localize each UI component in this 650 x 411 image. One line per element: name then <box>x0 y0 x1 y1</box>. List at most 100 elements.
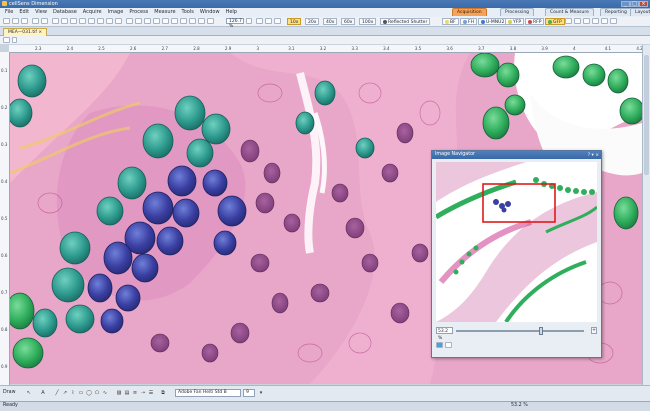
ruler-icon[interactable] <box>189 18 196 24</box>
font-size-select[interactable]: 9 <box>243 389 255 397</box>
redo-icon[interactable] <box>41 18 48 24</box>
arrow-tool-icon[interactable]: ↗ <box>62 390 68 396</box>
open-icon[interactable] <box>12 18 19 24</box>
fit-icon[interactable] <box>162 18 169 24</box>
process-icon[interactable] <box>70 18 77 24</box>
focus-icon[interactable] <box>601 18 608 24</box>
menu-image[interactable]: Image <box>105 8 127 17</box>
record-icon[interactable] <box>610 18 617 24</box>
menu-view[interactable]: View <box>32 8 50 17</box>
chevron-down-icon[interactable]: ▾ <box>258 390 264 396</box>
filter-yfp-button[interactable]: YFP <box>505 18 525 25</box>
menu-database[interactable]: Database <box>50 8 80 17</box>
fill-color-icon[interactable]: ▨ <box>116 390 122 396</box>
scrollbar-thumb[interactable] <box>644 55 649 175</box>
info-icon[interactable] <box>115 18 122 24</box>
line-style-icon[interactable]: ≡ <box>132 390 138 396</box>
navigator-zoom-slider[interactable]: 53.2 % + <box>436 326 597 341</box>
menu-tools[interactable]: Tools <box>179 8 197 17</box>
settings-icon[interactable] <box>565 18 572 24</box>
slider-track[interactable] <box>456 330 584 332</box>
freehand-tool-icon[interactable]: ∿ <box>102 390 108 396</box>
menu-file[interactable]: File <box>2 8 16 17</box>
scale-bar-icon[interactable] <box>198 18 205 24</box>
rectangle-tool-icon[interactable]: ▭ <box>78 390 84 396</box>
rotate-icon[interactable] <box>171 18 178 24</box>
undo-icon[interactable] <box>32 18 39 24</box>
menu-help[interactable]: Help <box>223 8 240 17</box>
filter-rfp-button[interactable]: RFP <box>525 18 545 25</box>
objective-100x[interactable]: 100x <box>359 18 377 25</box>
navigator-header-buttons[interactable]: ? ▾ × <box>588 152 599 160</box>
grid-icon[interactable] <box>97 18 104 24</box>
tab-reporting[interactable]: Reporting <box>600 8 632 16</box>
overlay-icon[interactable] <box>207 18 214 24</box>
close-tab-icon[interactable]: × <box>38 30 42 35</box>
maximize-button[interactable]: □ <box>630 1 639 7</box>
save-icon[interactable] <box>21 18 28 24</box>
close-button[interactable]: × <box>639 1 648 7</box>
filter-bf-button[interactable]: BF <box>442 18 459 25</box>
zoom-in-icon[interactable] <box>144 18 151 24</box>
histogram-icon[interactable] <box>256 18 263 24</box>
minimize-button[interactable]: _ <box>621 1 630 7</box>
live-icon[interactable] <box>61 18 68 24</box>
tab-acquisition[interactable]: Acquisition <box>452 8 487 16</box>
objective-20x[interactable]: 20x <box>305 18 320 25</box>
polygon-tool-icon[interactable]: ⬠ <box>94 390 100 396</box>
chart-icon[interactable] <box>106 18 113 24</box>
arrow-style-icon[interactable]: ⇢ <box>140 390 146 396</box>
navigator-thumbnail[interactable] <box>436 162 597 322</box>
document-tab[interactable]: MEA—031.tif × <box>3 28 48 36</box>
camera-icon[interactable] <box>574 18 581 24</box>
zoom-field[interactable]: 126.7 % <box>226 18 244 29</box>
objective-10x[interactable]: 10x <box>287 18 302 25</box>
menu-edit[interactable]: Edit <box>16 8 32 17</box>
filter-fh-button[interactable]: FH <box>460 18 477 25</box>
menu-acquire[interactable]: Acquire <box>80 8 105 17</box>
filter-u-mnu2-button[interactable]: U-MNU2 <box>478 18 508 25</box>
navigator-zoom-field[interactable]: 53.2 % <box>436 327 453 341</box>
fit-icon[interactable] <box>436 342 443 348</box>
reflected-shutter-button[interactable]: Reflected Shutter <box>380 18 431 25</box>
new-icon[interactable] <box>3 18 10 24</box>
pointer-icon[interactable]: ↖ <box>26 390 32 396</box>
select-icon[interactable] <box>3 37 10 43</box>
chevron-down-icon[interactable] <box>12 37 17 43</box>
tab-count-measure[interactable]: Count & Measure <box>545 8 594 16</box>
flip-icon[interactable] <box>180 18 187 24</box>
ruler-tick-label: 0.2 <box>1 105 8 110</box>
line-tool-icon[interactable]: ╱ <box>54 390 60 396</box>
tab-processing[interactable]: Processing <box>500 8 535 16</box>
tab-layout[interactable]: Layout <box>630 8 650 16</box>
bring-front-icon[interactable]: ⧉ <box>160 390 166 396</box>
snapshot-icon[interactable] <box>52 18 59 24</box>
polyline-tool-icon[interactable]: ⌇ <box>70 390 76 396</box>
pan-icon[interactable] <box>135 18 142 24</box>
slider-knob[interactable] <box>539 327 544 335</box>
lamp-icon[interactable] <box>583 18 590 24</box>
vertical-scrollbar[interactable] <box>642 45 650 385</box>
ruler-tick-label: 0.8 <box>1 327 8 332</box>
channel-icon[interactable] <box>274 18 281 24</box>
objective-60x[interactable]: 60x <box>341 18 356 25</box>
filter-gfp-button[interactable]: GFP <box>545 18 565 25</box>
zoom-out-icon[interactable] <box>153 18 160 24</box>
expand-icon[interactable] <box>445 342 452 348</box>
report-icon[interactable] <box>88 18 95 24</box>
stage-icon[interactable] <box>592 18 599 24</box>
menu-measure[interactable]: Measure <box>151 8 178 17</box>
ellipse-tool-icon[interactable]: ◯ <box>86 390 92 396</box>
line-color-icon[interactable]: ▤ <box>124 390 130 396</box>
menu-window[interactable]: Window <box>197 8 223 17</box>
line-width-icon[interactable]: ☰ <box>148 390 154 396</box>
zoom-plus-icon[interactable]: + <box>591 327 597 334</box>
measure-icon[interactable] <box>79 18 86 24</box>
objective-40x[interactable]: 40x <box>323 18 338 25</box>
font-name-select[interactable]: Adobe Fan Heiti Std B <box>175 389 241 397</box>
color-icon[interactable] <box>265 18 272 24</box>
zoom-dropdown-icon[interactable] <box>246 18 252 24</box>
select-icon[interactable] <box>126 18 133 24</box>
menu-process[interactable]: Process <box>126 8 151 17</box>
text-tool-icon[interactable]: A <box>40 390 46 396</box>
